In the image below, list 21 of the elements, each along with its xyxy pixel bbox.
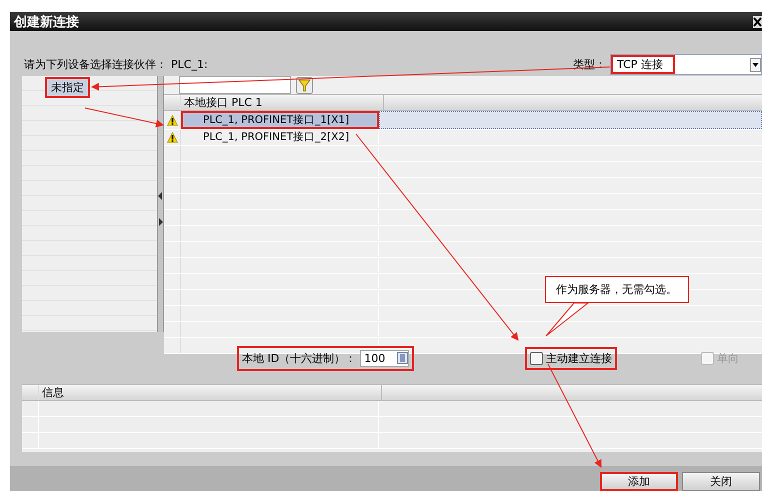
type-dropdown[interactable]: TCP 连接 (610, 54, 762, 75)
spin-icon[interactable] (397, 352, 408, 364)
button[interactable]: 关闭 (682, 472, 760, 491)
close-icon[interactable] (753, 16, 762, 28)
checkbox-option[interactable]: 主动建立连接 (525, 346, 618, 370)
local-id-field[interactable]: 100 (360, 350, 410, 366)
column-header: 本地接口 PLC 1 (181, 95, 384, 110)
device-name: PLC_1: (171, 58, 208, 71)
checkbox[interactable] (530, 352, 544, 364)
tree-item[interactable]: 未指定 (45, 76, 90, 98)
prompt-label: 请为下列设备选择连接伙伴： (24, 57, 167, 72)
filter-icon[interactable] (296, 76, 313, 94)
interface-row[interactable]: PLC_1, PROFINET接口_2[X2] (181, 130, 379, 145)
column-header: 信息 (39, 385, 382, 400)
filter-field[interactable] (179, 76, 291, 94)
caret-icon (750, 58, 761, 72)
window-title: 创建新连接 (14, 14, 79, 30)
local-id-label: 本地 ID（十六进制）： (242, 350, 356, 366)
checkbox-option: 单向 (698, 348, 742, 368)
type-value: TCP 连接 (611, 55, 675, 74)
button[interactable]: 添加 (600, 472, 678, 491)
